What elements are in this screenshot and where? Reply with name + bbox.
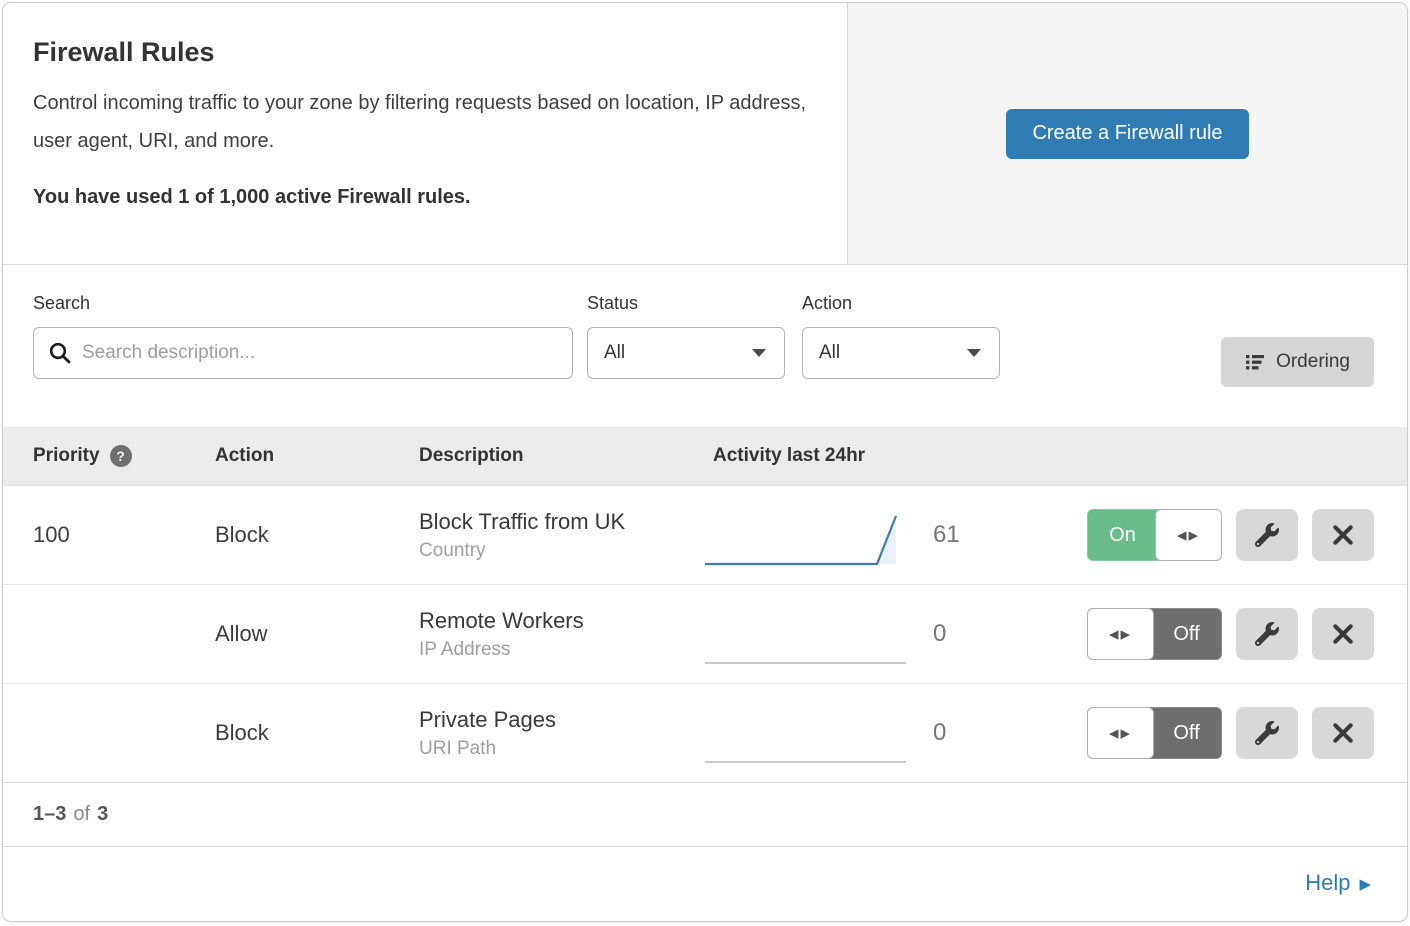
table-row: Allow Remote Workers IP Address 0 Off <box>3 584 1407 683</box>
row-controls: Off <box>1023 707 1374 759</box>
header-section: Firewall Rules Control incoming traffic … <box>3 3 1407 265</box>
rule-enabled-toggle[interactable]: Off <box>1087 707 1222 759</box>
table-header-row: Priority Action Description Activity las… <box>3 427 1407 485</box>
delete-rule-button[interactable] <box>1312 707 1374 759</box>
activity-sparkline <box>703 510 908 568</box>
column-header-activity: Activity last 24hr <box>703 445 913 467</box>
rule-description: Remote Workers <box>419 608 703 634</box>
rule-match-type: URI Path <box>419 738 703 760</box>
rule-description: Private Pages <box>419 707 703 733</box>
toggle-state-label: Off <box>1152 708 1221 758</box>
help-link[interactable]: Help <box>1305 870 1371 896</box>
ordered-list-icon <box>1245 352 1265 372</box>
search-filter-group: Search <box>33 293 573 379</box>
page-title: Firewall Rules <box>33 37 811 68</box>
search-label: Search <box>33 293 573 314</box>
edit-rule-button[interactable] <box>1236 608 1298 660</box>
chevron-down-icon <box>752 349 766 357</box>
description-cell: Private Pages URI Path <box>419 707 703 760</box>
table-row: Block Private Pages URI Path 0 Off <box>3 683 1407 782</box>
page-description: Control incoming traffic to your zone by… <box>33 84 811 160</box>
delete-rule-button[interactable] <box>1312 509 1374 561</box>
column-header-description: Description <box>419 445 703 467</box>
rule-enabled-toggle[interactable]: Off <box>1087 608 1222 660</box>
rule-match-type: Country <box>419 540 703 562</box>
x-icon <box>1332 623 1354 645</box>
wrench-icon <box>1255 523 1279 547</box>
wrench-icon <box>1255 721 1279 745</box>
action-selected-value: All <box>819 342 840 364</box>
description-cell: Remote Workers IP Address <box>419 608 703 661</box>
wrench-icon <box>1255 622 1279 646</box>
action-cell: Block <box>215 522 419 548</box>
activity-count: 0 <box>913 620 1023 648</box>
status-select[interactable]: All <box>587 327 785 379</box>
ordering-button[interactable]: Ordering <box>1221 337 1374 387</box>
question-mark-icon[interactable] <box>110 445 132 467</box>
toggle-handle[interactable] <box>1087 707 1154 759</box>
action-cell: Block <box>215 720 419 746</box>
priority-cell: 100 <box>33 522 215 548</box>
search-input-wrap <box>33 327 573 379</box>
action-cell: Allow <box>215 621 419 647</box>
toggle-state-label: Off <box>1152 609 1221 659</box>
rule-match-type: IP Address <box>419 639 703 661</box>
status-selected-value: All <box>604 342 625 364</box>
usage-note: You have used 1 of 1,000 active Firewall… <box>33 186 811 209</box>
edit-rule-button[interactable] <box>1236 707 1298 759</box>
action-label: Action <box>802 293 1000 314</box>
status-label: Status <box>587 293 785 314</box>
action-filter-group: Action All <box>802 293 1000 379</box>
action-select[interactable]: All <box>802 327 1000 379</box>
table-row: 100 Block Block Traffic from UK Country … <box>3 485 1407 584</box>
x-icon <box>1332 524 1354 546</box>
header-text-panel: Firewall Rules Control incoming traffic … <box>3 3 848 264</box>
status-filter-group: Status All <box>587 293 785 379</box>
search-icon <box>48 341 72 365</box>
activity-sparkline <box>703 708 908 766</box>
toggle-handle[interactable] <box>1155 509 1222 561</box>
create-firewall-rule-button[interactable]: Create a Firewall rule <box>1006 109 1248 159</box>
column-header-priority: Priority <box>33 445 215 467</box>
edit-rule-button[interactable] <box>1236 509 1298 561</box>
search-input[interactable] <box>33 327 573 379</box>
x-icon <box>1332 722 1354 744</box>
toggle-state-label: On <box>1088 510 1157 560</box>
delete-rule-button[interactable] <box>1312 608 1374 660</box>
row-controls: Off <box>1023 608 1374 660</box>
rule-description: Block Traffic from UK <box>419 509 703 535</box>
of-label: of <box>73 803 90 826</box>
description-cell: Block Traffic from UK Country <box>419 509 703 562</box>
rule-enabled-toggle[interactable]: On <box>1087 509 1222 561</box>
activity-sparkline <box>703 609 908 667</box>
activity-count: 0 <box>913 719 1023 747</box>
result-range: 1–3 <box>33 803 66 826</box>
toggle-handle[interactable] <box>1087 608 1154 660</box>
header-action-panel: Create a Firewall rule <box>848 3 1407 264</box>
filters-bar: Search Status All Action All <box>3 265 1407 427</box>
help-bar: Help <box>3 846 1407 918</box>
priority-header-label: Priority <box>33 445 100 467</box>
ordering-button-label: Ordering <box>1276 351 1350 373</box>
pagination-bar: 1–3 of 3 <box>3 782 1407 846</box>
chevron-down-icon <box>967 349 981 357</box>
row-controls: On <box>1023 509 1374 561</box>
activity-count: 61 <box>913 521 1023 549</box>
firewall-rules-card: Firewall Rules Control incoming traffic … <box>2 2 1408 922</box>
result-total: 3 <box>97 803 108 826</box>
column-header-action: Action <box>215 445 419 467</box>
